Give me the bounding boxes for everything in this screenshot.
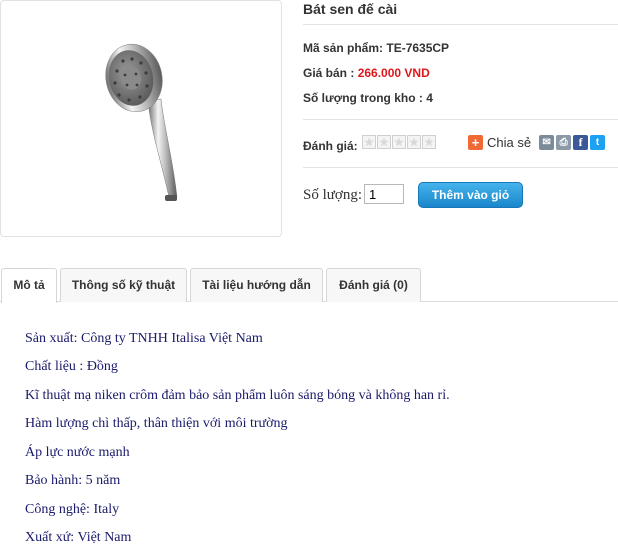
divider (303, 119, 618, 120)
description-line: Sản xuất: Công ty TNHH Italisa Việt Nam (25, 331, 263, 346)
star-icon[interactable] (362, 135, 376, 149)
description-line: Công nghệ: Italy (25, 502, 120, 517)
divider (303, 167, 618, 168)
quantity-label: Số lượng: (303, 187, 362, 203)
stock-row: Số lượng trong kho : 4 (303, 91, 433, 105)
email-icon[interactable]: ✉ (539, 135, 555, 150)
star-icon[interactable] (377, 135, 391, 149)
stock-value: : 4 (418, 91, 433, 105)
product-code-row: Mã sản phẩm: TE-7635CP (303, 41, 449, 55)
description-line: Áp lực nước mạnh (25, 445, 130, 460)
star-icon[interactable] (422, 135, 436, 149)
star-icon[interactable] (392, 135, 406, 149)
share-label: Chia sẻ (487, 135, 532, 150)
product-title: Bát sen đế cài (303, 1, 398, 17)
product-price-row: Giá bán : 266.000 VND (303, 66, 430, 80)
product-code-label: Mã sản phẩm: (303, 41, 384, 55)
shower-head-image (105, 43, 178, 201)
tab-manuals[interactable]: Tài liệu hướng dẫn (190, 268, 323, 302)
description-line: Xuất xứ: Việt Nam (25, 530, 132, 545)
description-line: Hàm lượng chì thấp, thân thiện với môi t… (25, 416, 288, 431)
tab-reviews[interactable]: Đánh giá (0) (326, 268, 421, 302)
description-line: Chất liệu : Đồng (25, 359, 118, 374)
product-code-value: TE-7635CP (386, 41, 450, 55)
add-to-cart-button[interactable]: Thêm vào giỏ (418, 182, 523, 208)
tab-description[interactable]: Mô tả (1, 268, 57, 303)
print-icon[interactable]: ⎙ (556, 135, 572, 150)
description-line: Kĩ thuật mạ niken crôm đảm bảo sản phẩm … (25, 388, 450, 403)
facebook-icon[interactable]: f (573, 135, 589, 150)
star-icon[interactable] (407, 135, 421, 149)
product-image-frame[interactable] (0, 0, 282, 237)
divider (303, 24, 618, 25)
price-value: 266.000 VND (357, 66, 430, 80)
twitter-icon[interactable]: t (590, 135, 606, 150)
rating-label: Đánh giá: (303, 139, 358, 153)
tab-specifications[interactable]: Thông số kỹ thuật (60, 268, 187, 302)
description-line: Bảo hành: 5 năm (25, 473, 121, 488)
price-label: Giá bán : (303, 66, 355, 80)
rating-stars[interactable] (362, 135, 436, 149)
stock-label: Số lượng trong kho (303, 91, 416, 105)
quantity-input[interactable] (364, 184, 404, 204)
plus-icon[interactable]: + (468, 135, 483, 150)
share-bar: + Chia sẻ ✉ ⎙ f t (468, 135, 606, 150)
